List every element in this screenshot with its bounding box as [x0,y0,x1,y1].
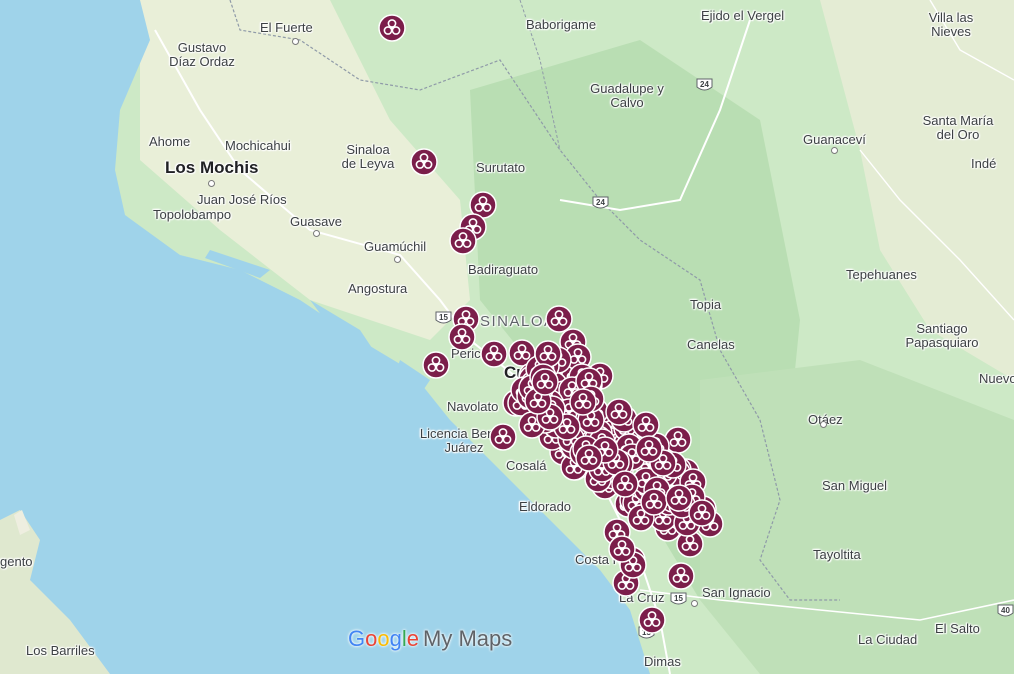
highway-shield: 40 [997,604,1014,619]
settlement-dot [313,230,320,237]
biohazard-icon[interactable] [608,535,636,563]
biohazard-icon[interactable] [378,14,406,42]
place-ejido-el-vergel: Ejido el Vergel [701,8,785,23]
biohazard-icon[interactable] [667,562,695,590]
place-tayoltita: Tayoltita [813,547,861,562]
biohazard-icon[interactable] [489,423,517,451]
highway-shield: 24 [592,196,609,211]
biohazard-icon[interactable] [635,435,663,463]
place-guanacevi: Guanaceví [803,132,866,147]
place-villa-las-nieves: Villa las Nieves [928,10,974,39]
map-terrain [0,0,1014,674]
biohazard-icon[interactable] [448,323,476,351]
place-nuevo: Nuevo [979,371,1014,386]
map-canvas[interactable]: El Fuerte Baborigame Ejido el Vergel Vil… [0,0,1014,674]
biohazard-icon[interactable] [449,227,477,255]
place-tepehuanes: Tepehuanes [846,267,917,282]
settlement-dot [831,147,838,154]
biohazard-icon[interactable] [638,606,666,634]
place-gustavo-diaz-ordaz: Gustavo Díaz Ordaz [169,40,235,69]
biohazard-icon[interactable] [410,148,438,176]
place-la-ciudad: La Ciudad [858,632,918,647]
place-el-fuerte: El Fuerte [260,20,313,35]
biohazard-icon[interactable] [531,368,559,396]
place-baborigame: Baborigame [526,17,597,32]
place-santa-maria-del-oro: Santa María del Oro [922,113,994,142]
place-mochicahui: Mochicahui [225,138,291,153]
place-cosala: Cosalá [506,458,547,473]
settlement-dot [691,600,698,607]
place-guamuchil: Guamúchil [364,239,427,254]
place-topolobampo: Topolobampo [153,207,232,222]
place-surutato: Surutato [476,160,526,175]
highway-shield: 15 [670,592,687,607]
place-sinaloa-de-leyva: Sinaloa de Leyva [341,142,395,171]
settlement-dot [208,180,215,187]
place-san-miguel: San Miguel [822,478,888,493]
biohazard-icon[interactable] [575,444,603,472]
place-juan-jose-rios: Juan José Ríos [197,192,287,207]
biohazard-icon[interactable] [605,398,633,426]
biohazard-icon[interactable] [665,484,693,512]
biohazard-icon[interactable] [640,488,668,516]
place-guadalupe-y-calvo: Guadalupe y Calvo [590,81,664,110]
place-inde: Indé [971,156,997,171]
biohazard-icon[interactable] [569,388,597,416]
settlement-dot [292,38,299,45]
place-badiraguato: Badiraguato [468,262,539,277]
google-my-maps-logo: Google My Maps [348,626,513,651]
settlement-dot [820,421,827,428]
biohazard-icon[interactable] [422,351,450,379]
biohazard-icon[interactable] [480,340,508,368]
place-el-salto: El Salto [935,621,980,636]
place-ahome: Ahome [149,134,191,149]
highway-shield: 24 [696,78,713,93]
place-eldorado: Eldorado [519,499,572,514]
place-topia: Topia [690,297,722,312]
place-santiago-papasquiaro: Santiago Papasquiaro [905,321,979,350]
place-angostura: Angostura [348,281,408,296]
place-guasave: Guasave [290,214,343,229]
place-canelas: Canelas [687,337,735,352]
place-los-mochis: Los Mochis [165,158,259,177]
place-navolato: Navolato [447,399,499,414]
place-san-ignacio: San Ignacio [702,585,771,600]
place-gento: gento [0,554,33,569]
biohazard-icon[interactable] [611,470,639,498]
settlement-dot [394,256,401,263]
place-dimas: Dimas [644,654,681,669]
place-los-barriles: Los Barriles [26,643,95,658]
